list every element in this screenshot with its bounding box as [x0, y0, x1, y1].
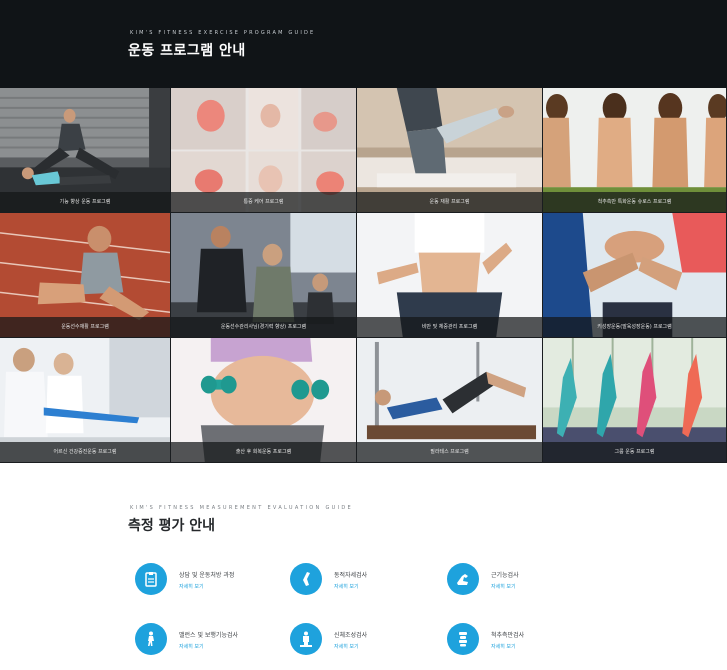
program-tile-athlete-care[interactable]: 운동선수관리사님(경기력 향상) 프로그램 — [171, 213, 357, 338]
clipboard-icon — [135, 563, 167, 595]
program-tile-senior[interactable]: 어르신 건강증진운동 프로그램 — [0, 338, 171, 463]
program-kicker: KIM'S FITNESS EXERCISE PROGRAM GUIDE — [130, 30, 316, 36]
program-tile-pain-care[interactable]: 통증 케어 프로그램 — [171, 88, 357, 213]
leg-icon — [290, 563, 322, 595]
spine-icon — [447, 623, 479, 655]
eval-muscle[interactable]: 근기능검사 자세히 보기 — [447, 563, 519, 595]
eval-name: 밸런스 및 보행기능검사 — [179, 632, 239, 639]
eval-more-link[interactable]: 자세히 보기 — [491, 643, 524, 650]
program-tile-postnatal[interactable]: 출산 후 회복운동 프로그램 — [171, 338, 357, 463]
eval-name: 동적자세검사 — [334, 572, 368, 579]
program-label: 운동선수재활 프로그램 — [0, 317, 170, 337]
eval-more-link[interactable]: 자세히 보기 — [179, 643, 238, 650]
eval-more-link[interactable]: 자세히 보기 — [179, 583, 234, 590]
program-label: 운동 재활 프로그램 — [357, 192, 542, 212]
program-title: 운동 프로그램 안내 — [128, 43, 246, 59]
program-tile-weight[interactable]: 비만 및 체중관리 프로그램 — [357, 213, 543, 338]
evaluation-section: KIM'S FITNESS MEASUREMENT EVALUATION GUI… — [0, 463, 727, 670]
program-tile-growth[interactable]: 키성장운동(발육성장운동) 프로그램 — [543, 213, 727, 338]
program-tile-athlete-rehab[interactable]: 운동선수재활 프로그램 — [0, 213, 171, 338]
walking-person-icon — [135, 623, 167, 655]
program-tile-rehab[interactable]: 운동 재활 프로그램 — [357, 88, 543, 213]
program-label: 필라테스 프로그램 — [357, 442, 542, 462]
program-label: 운동선수관리사님(경기력 향상) 프로그램 — [171, 317, 356, 337]
evaluation-kicker: KIM'S FITNESS MEASUREMENT EVALUATION GUI… — [130, 505, 353, 511]
program-header: KIM'S FITNESS EXERCISE PROGRAM GUIDE 운동 … — [0, 0, 727, 88]
eval-consult[interactable]: 상담 및 운동처방 과정 자세히 보기 — [135, 563, 234, 595]
program-label: 비만 및 체중관리 프로그램 — [357, 317, 542, 337]
program-grid: 기능 향상 운동 프로그램 통증 케어 프로그램 운동 재활 프로그램 척추측만… — [0, 88, 727, 463]
eval-name: 근기능검사 — [491, 572, 519, 579]
program-tile-functional[interactable]: 기능 향상 운동 프로그램 — [0, 88, 171, 213]
muscle-arm-icon — [447, 563, 479, 595]
program-label: 어르신 건강증진운동 프로그램 — [0, 442, 170, 462]
eval-dynamic-posture[interactable]: 동적자세검사 자세히 보기 — [290, 563, 367, 595]
eval-more-link[interactable]: 자세히 보기 — [334, 583, 367, 590]
eval-more-link[interactable]: 자세히 보기 — [491, 583, 519, 590]
eval-name: 척추측만검사 — [491, 632, 525, 639]
program-tile-pilates[interactable]: 필라테스 프로그램 — [357, 338, 543, 463]
program-tile-group[interactable]: 그룹 운동 프로그램 — [543, 338, 727, 463]
eval-name: 상담 및 운동처방 과정 — [179, 572, 235, 579]
program-label: 키성장운동(발육성장운동) 프로그램 — [543, 317, 726, 337]
program-tile-scoliosis[interactable]: 척추측만 특화운동 슈로스 프로그램 — [543, 88, 727, 213]
program-label: 척추측만 특화운동 슈로스 프로그램 — [543, 192, 726, 212]
evaluation-title: 측정 평가 안내 — [128, 518, 216, 534]
eval-balance[interactable]: 밸런스 및 보행기능검사 자세히 보기 — [135, 623, 238, 655]
eval-body-composition[interactable]: 신체조성검사 자세히 보기 — [290, 623, 367, 655]
body-scale-icon — [290, 623, 322, 655]
program-label: 출산 후 회복운동 프로그램 — [171, 442, 356, 462]
eval-scoliosis[interactable]: 척추측만검사 자세히 보기 — [447, 623, 524, 655]
program-label: 기능 향상 운동 프로그램 — [0, 192, 170, 212]
program-label: 그룹 운동 프로그램 — [543, 442, 726, 462]
eval-more-link[interactable]: 자세히 보기 — [334, 643, 367, 650]
eval-name: 신체조성검사 — [334, 632, 368, 639]
program-label: 통증 케어 프로그램 — [171, 192, 356, 212]
